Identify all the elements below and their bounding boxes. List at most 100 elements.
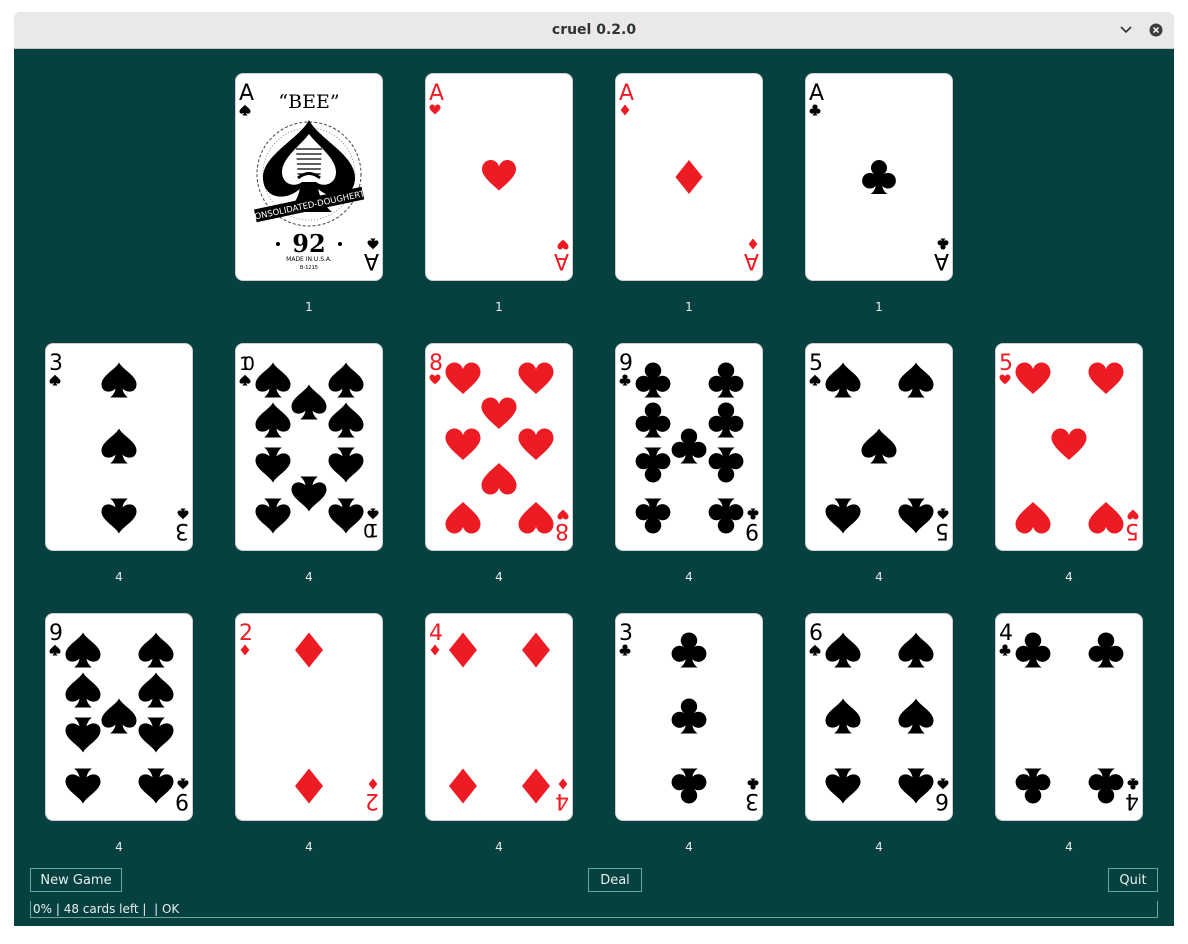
tableau-card[interactable]: 99 bbox=[616, 344, 762, 550]
card-rank: 8 bbox=[429, 351, 443, 376]
heart-icon bbox=[1015, 502, 1051, 534]
card-rank: 10 bbox=[363, 519, 379, 541]
tableau-card[interactable]: 44 bbox=[426, 614, 572, 820]
window-title: cruel 0.2.0 bbox=[551, 22, 637, 38]
card-rank: 3 bbox=[745, 788, 759, 813]
spade-icon bbox=[809, 374, 821, 386]
club-icon bbox=[671, 428, 707, 464]
club-icon bbox=[708, 498, 744, 534]
tableau-card[interactable]: 99 bbox=[46, 614, 192, 820]
pile-count: 4 bbox=[1065, 840, 1073, 854]
card-rank: 4 bbox=[999, 621, 1013, 646]
diamond-icon bbox=[295, 632, 323, 668]
diamond-icon bbox=[295, 768, 323, 804]
spade-icon bbox=[809, 644, 821, 656]
tableau-card[interactable]: 88 bbox=[426, 344, 572, 550]
spade-icon bbox=[177, 508, 189, 520]
spade-icon bbox=[138, 768, 174, 804]
card-rank: 2 bbox=[365, 788, 379, 813]
heart-icon bbox=[1051, 428, 1087, 460]
tableau-card[interactable]: 55 bbox=[806, 344, 952, 550]
status-bar: 0% | 48 cards left | | OK bbox=[30, 901, 1158, 918]
spade-icon bbox=[138, 632, 174, 668]
spade-icon bbox=[101, 428, 137, 464]
tableau-card[interactable]: 55 bbox=[996, 344, 1142, 550]
card-rank: 4 bbox=[429, 621, 443, 646]
chevron-down-icon[interactable] bbox=[1116, 20, 1136, 40]
spade-icon bbox=[328, 498, 364, 534]
diamond-icon bbox=[748, 238, 758, 250]
club-icon bbox=[708, 362, 744, 398]
card-rank: 9 bbox=[745, 518, 759, 543]
deal-button[interactable]: Deal bbox=[588, 868, 642, 892]
spade-icon bbox=[65, 768, 101, 804]
club-icon bbox=[862, 159, 896, 194]
tableau-card[interactable]: 33 bbox=[616, 614, 762, 820]
card-rank: A bbox=[619, 81, 634, 106]
spade-icon bbox=[65, 717, 101, 753]
spade-icon bbox=[937, 778, 949, 790]
tableau-card[interactable]: 10 10 bbox=[236, 344, 382, 550]
card-rank: A bbox=[364, 248, 379, 273]
foundation-card[interactable]: A A “BEE” CONSOLIDATED-DOUGHERTY 92 MADE IN U… bbox=[236, 74, 382, 280]
foundation-count: 1 bbox=[495, 300, 503, 314]
pile-count: 4 bbox=[875, 570, 883, 584]
spade-icon bbox=[937, 508, 949, 520]
pile-count: 4 bbox=[305, 840, 313, 854]
heart-icon bbox=[518, 502, 554, 534]
close-icon[interactable] bbox=[1146, 20, 1166, 40]
club-icon bbox=[1088, 632, 1124, 668]
tableau-card[interactable]: 33 bbox=[46, 344, 192, 550]
spade-icon bbox=[291, 384, 327, 420]
pile-count: 4 bbox=[495, 570, 503, 584]
club-icon bbox=[708, 447, 744, 483]
club-icon bbox=[1015, 768, 1051, 804]
foundation-card[interactable]: AA bbox=[806, 74, 952, 280]
foundation-card[interactable]: AA bbox=[616, 74, 762, 280]
club-icon bbox=[671, 698, 707, 734]
club-icon bbox=[747, 508, 759, 520]
spade-icon bbox=[825, 632, 861, 668]
spade-icon bbox=[255, 498, 291, 534]
title-bar: cruel 0.2.0 bbox=[14, 12, 1174, 49]
card-rank: 4 bbox=[1125, 788, 1139, 813]
new-game-button[interactable]: New Game bbox=[30, 868, 122, 892]
quit-button[interactable]: Quit bbox=[1108, 868, 1158, 892]
club-icon bbox=[671, 768, 707, 804]
diamond-icon bbox=[430, 644, 440, 656]
foundation-card[interactable]: AA bbox=[426, 74, 572, 280]
club-icon bbox=[999, 644, 1011, 656]
card-rank: A bbox=[934, 248, 949, 273]
spade-icon bbox=[825, 768, 861, 804]
card-rank: 5 bbox=[999, 351, 1013, 376]
svg-text:92: 92 bbox=[292, 229, 325, 258]
club-icon bbox=[635, 402, 671, 438]
diamond-icon bbox=[522, 768, 550, 804]
diamond-icon bbox=[240, 644, 250, 656]
heart-icon bbox=[482, 160, 516, 191]
card-rank: 6 bbox=[935, 788, 949, 813]
card-rank: 9 bbox=[175, 788, 189, 813]
status-progress: 0% bbox=[33, 902, 53, 916]
card-rank: A bbox=[809, 81, 824, 106]
card-rank: 9 bbox=[49, 621, 63, 646]
club-icon bbox=[1088, 768, 1124, 804]
card-rank: 6 bbox=[809, 621, 823, 646]
spade-icon bbox=[898, 698, 934, 734]
spade-icon bbox=[49, 644, 61, 656]
club-icon bbox=[708, 402, 744, 438]
foundation-count: 1 bbox=[875, 300, 883, 314]
club-icon bbox=[809, 104, 821, 116]
spade-icon bbox=[101, 362, 137, 398]
spade-icon bbox=[861, 428, 897, 464]
spade-icon bbox=[239, 104, 251, 116]
club-icon bbox=[747, 778, 759, 790]
spade-icon bbox=[65, 632, 101, 668]
tableau-card[interactable]: 66 bbox=[806, 614, 952, 820]
tableau-card[interactable]: 22 bbox=[236, 614, 382, 820]
club-icon bbox=[635, 362, 671, 398]
club-icon bbox=[937, 238, 949, 250]
tableau-card[interactable]: 44 bbox=[996, 614, 1142, 820]
club-icon bbox=[671, 632, 707, 668]
spade-icon bbox=[239, 374, 251, 386]
